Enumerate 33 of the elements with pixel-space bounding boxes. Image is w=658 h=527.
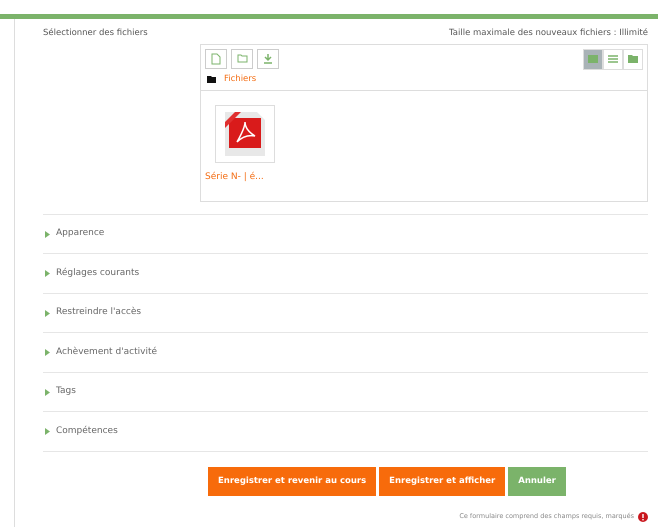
add-file-button[interactable] [205,48,227,69]
add-file-icon [211,52,221,65]
caret-icon [45,230,50,238]
download-icon [263,53,273,64]
download-button[interactable] [257,48,279,69]
section-header[interactable]: Restreindre l'accès [43,292,648,332]
tree-view-button[interactable] [623,48,643,70]
folder-button[interactable] [231,48,253,69]
breadcrumb-link[interactable]: Fichiers [224,72,256,86]
list-view-button[interactable] [603,48,623,70]
section-header[interactable]: Apparence [43,214,648,254]
folder-icon [628,55,638,64]
section-header[interactable]: Achèvement d'activité [43,332,648,372]
folder-icon [236,54,248,64]
section-header[interactable]: Tags [43,372,648,412]
grid-view-button[interactable] [583,48,603,70]
caret-icon [45,310,50,316]
required-icon [638,512,648,522]
caret-icon [45,349,50,356]
file-name[interactable]: Série N- | é... [205,170,275,184]
grid-icon [588,55,598,64]
list-icon [608,55,618,64]
save-button[interactable]: Enregistrer et revenir au cours [208,466,376,496]
save-button[interactable]: Enregistrer et afficher [379,466,506,496]
folder-icon [207,76,216,83]
field-label: Sélectionner des fichiers [43,27,148,40]
max-size-text: Taille maximale des nouveaux fichiers : Illimité [449,27,648,40]
caret-icon [45,388,50,396]
section-header[interactable]: Compétences [43,411,648,451]
section-header[interactable]: Réglages courants [43,253,648,293]
pdf-file-icon[interactable] [215,104,275,162]
caret-icon [45,270,50,277]
caret-icon [45,428,50,435]
